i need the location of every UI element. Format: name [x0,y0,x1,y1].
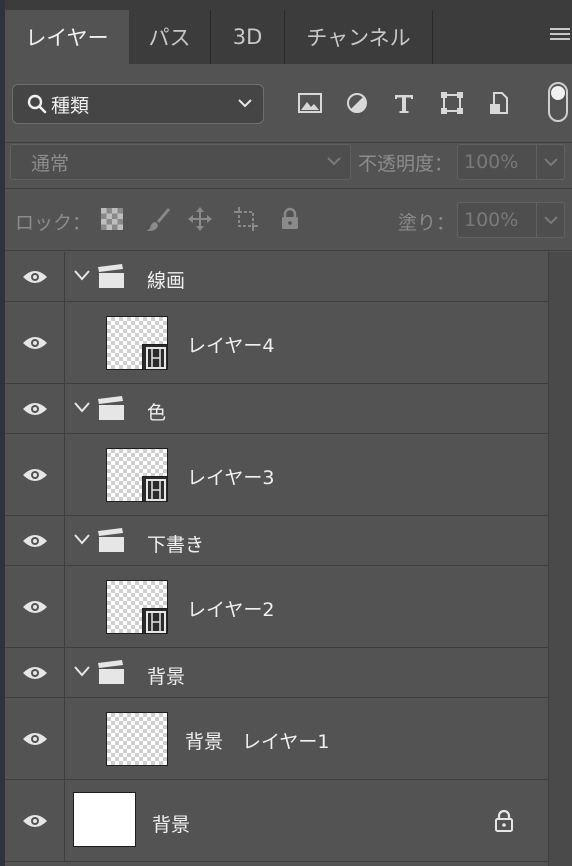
layer-filter-row: 種類 [5,64,572,142]
chevron-down-icon [544,216,558,225]
layer-name: 背景 レイヤー1 [185,731,330,753]
visibility-toggle[interactable] [5,780,65,861]
layer-row[interactable]: レイヤー4 [5,302,548,384]
fill-value: 100% [464,209,519,231]
blend-row: 通常 不透明度： 100% [5,142,572,186]
video-layer-icon [142,476,168,502]
layer-group-row[interactable]: 線画 [5,252,548,302]
layer-name: 背景 [152,814,191,836]
opacity-dropdown-button[interactable] [537,144,565,180]
video-group-clapperboard-icon [98,264,124,288]
lock-label: ロック： [15,212,92,234]
fill-label: 塗り： [398,212,456,234]
lock-position-move-icon[interactable] [187,206,213,232]
opacity-input[interactable]: 100% [457,144,537,180]
fill-input[interactable]: 100% [457,202,537,238]
eye-icon [23,535,47,547]
chevron-down-icon[interactable] [73,269,91,281]
layer-name: 色 [147,402,167,424]
eye-icon [23,337,47,349]
tab-3d[interactable]: 3D [211,10,285,64]
layer-name: レイヤー4 [187,335,275,357]
blend-mode-value: 通常 [31,152,70,175]
blend-mode-select[interactable]: 通常 [10,144,351,180]
visibility-toggle[interactable] [5,648,65,697]
layer-group-row[interactable]: 背景 [5,648,548,698]
video-layer-icon [142,608,168,634]
lock-transparent-pixels-icon[interactable] [99,206,125,232]
tab-channels[interactable]: チャンネル [285,10,433,64]
layer-name: 背景 [147,666,186,688]
eye-icon [23,733,47,745]
layer-group-row[interactable]: 色 [5,384,548,434]
chevron-down-icon [238,99,252,108]
filter-kind-select[interactable]: 種類 [12,84,264,124]
opacity-label: 不透明度： [358,153,454,175]
video-layer-icon [142,344,168,370]
eye-icon [23,469,47,481]
visibility-toggle[interactable] [5,516,65,565]
visibility-toggle[interactable] [5,566,65,647]
tab-layers[interactable]: レイヤー [5,10,129,64]
layer-name: レイヤー2 [187,599,275,621]
lock-icon[interactable] [494,809,514,833]
layer-name: 線画 [147,270,186,292]
layer-row[interactable]: レイヤー3 [5,434,548,516]
chevron-down-icon[interactable] [73,533,91,545]
eye-icon [23,667,47,679]
panel-menu-icon[interactable] [550,28,570,44]
layer-row[interactable]: レイヤー2 [5,566,548,648]
adjustment-filter-icon[interactable] [344,90,370,116]
background-layer-row[interactable]: 背景 [5,780,548,862]
filter-toggle-switch[interactable] [548,82,568,122]
chevron-down-icon[interactable] [73,401,91,413]
tab-paths[interactable]: パス [129,10,211,64]
visibility-toggle[interactable] [5,252,65,301]
panel-tab-bar: レイヤー パス 3D チャンネル [5,0,572,64]
layers-list: 線画 レイヤー4 色 レイヤー3 下書き レイヤー2 背景 背景 レイヤー1 背… [5,252,572,866]
chevron-down-icon [544,158,558,167]
smart-object-filter-icon[interactable] [486,90,512,116]
opacity-value: 100% [464,151,519,173]
layer-thumbnail[interactable] [106,448,168,502]
video-group-clapperboard-icon [98,528,124,552]
visibility-toggle[interactable] [5,302,65,383]
layer-thumbnail[interactable] [106,316,168,370]
layer-name: レイヤー3 [187,467,275,489]
type-filter-icon[interactable] [391,90,417,116]
search-icon [27,94,47,114]
lock-row: ロック： 塗り： 100% [5,190,572,248]
eye-icon [23,403,47,415]
visibility-toggle[interactable] [5,698,65,779]
shape-filter-icon[interactable] [439,90,465,116]
chevron-down-icon[interactable] [73,665,91,677]
image-filter-icon[interactable] [297,90,323,116]
video-group-clapperboard-icon [98,396,124,420]
layer-name: 下書き [147,534,205,556]
layer-row[interactable]: 背景 レイヤー1 [5,698,548,780]
layer-group-row[interactable]: 下書き [5,516,548,566]
lock-image-pixels-brush-icon[interactable] [145,206,171,232]
visibility-toggle[interactable] [5,384,65,433]
filter-kind-label: 種類 [51,94,90,117]
lock-all-icon[interactable] [277,206,303,232]
layer-thumbnail[interactable] [73,792,136,847]
visibility-toggle[interactable] [5,434,65,515]
eye-icon [23,815,47,827]
lock-artboard-icon[interactable] [233,206,259,232]
fill-dropdown-button[interactable] [537,202,565,238]
layer-thumbnail[interactable] [106,712,168,766]
divider [5,250,572,251]
divider [5,188,572,189]
chevron-down-icon [327,157,341,166]
eye-icon [23,271,47,283]
layer-thumbnail[interactable] [106,580,168,634]
layers-panel: レイヤー パス 3D チャンネル 種類 通常 不透明度： 100% ロック： 塗… [5,0,572,866]
eye-icon [23,601,47,613]
video-group-clapperboard-icon [98,660,124,684]
